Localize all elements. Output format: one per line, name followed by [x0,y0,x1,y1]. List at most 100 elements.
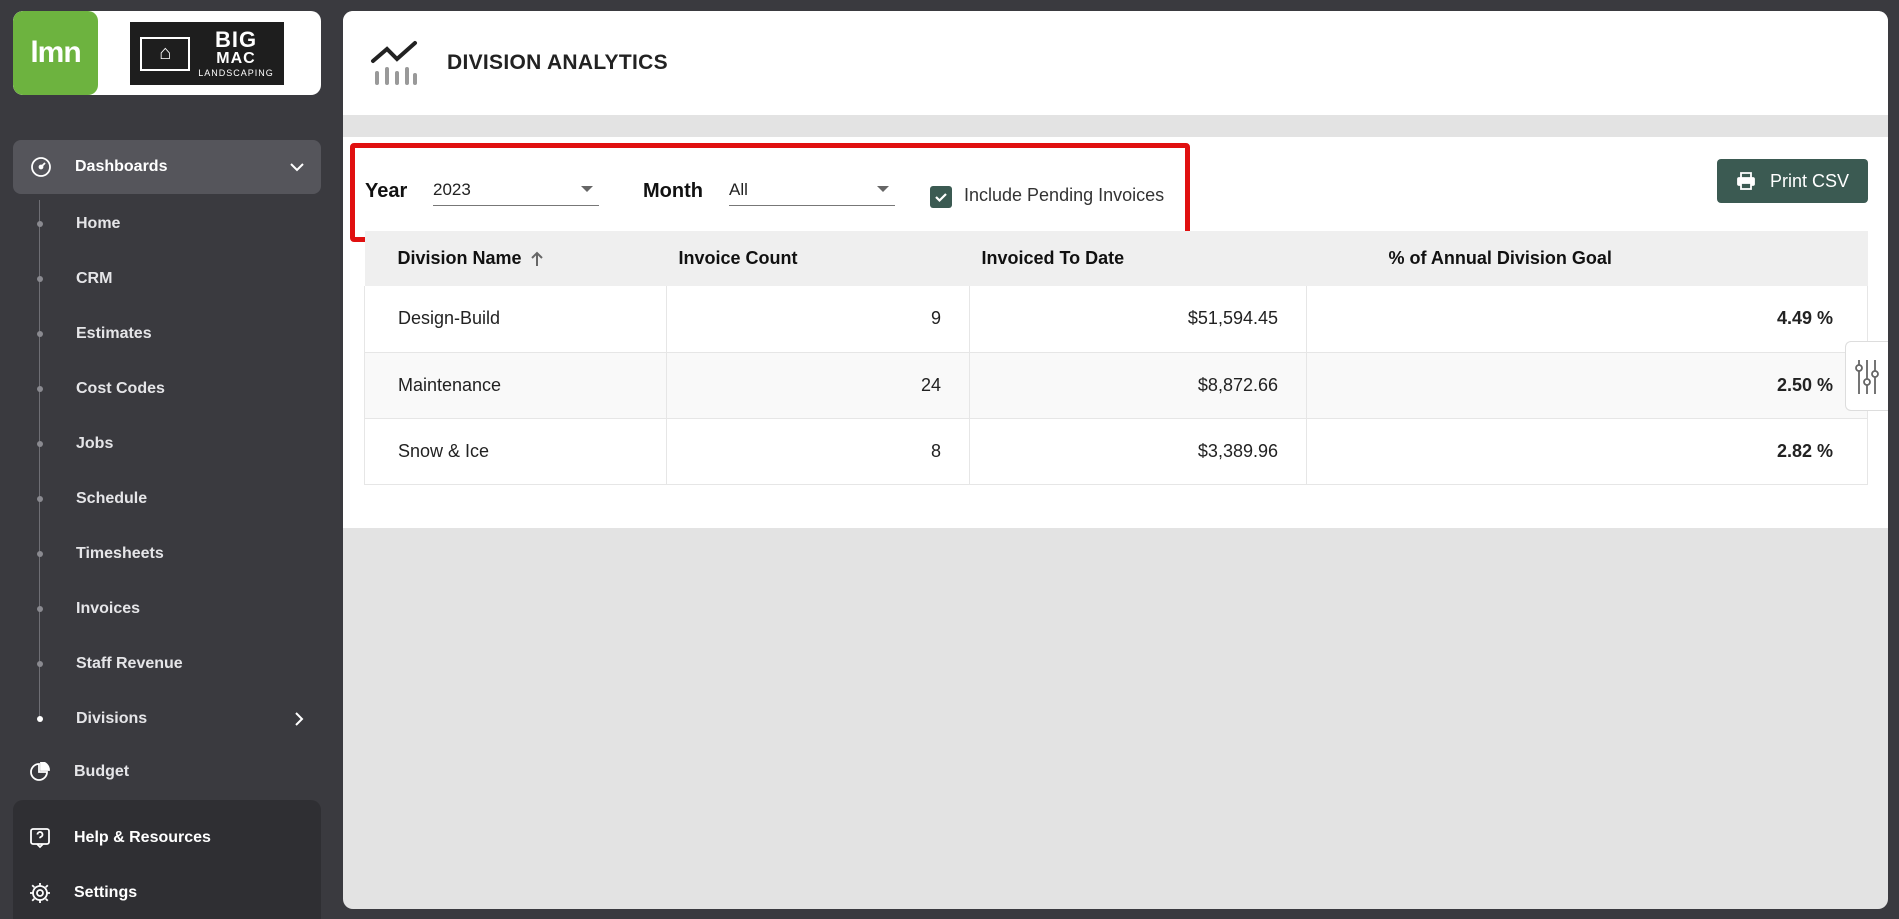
division-table: Division Name Invoice Count Invoiced To … [364,231,1868,485]
column-header-annual-goal-pct[interactable]: % of Annual Division Goal [1307,231,1868,286]
column-header-label: Invoiced To Date [981,248,1125,268]
include-pending-label[interactable]: Include Pending Invoices [964,185,1164,206]
month-value: All [729,180,748,199]
invoice-count-cell: 24 [666,352,970,419]
company-logo-line3: LANDSCAPING [198,68,274,78]
sliders-icon [1855,360,1879,394]
help-resources-label: Help & Resources [74,829,211,846]
nav-dot [37,496,43,502]
main-panel: DIVISION ANALYTICS Year 2023 Month All I… [343,11,1888,909]
sidebar-item-timesheets[interactable]: Timesheets [31,539,321,569]
help-icon [30,828,50,849]
nav-dot-active [37,716,43,722]
invoice-count-cell: 9 [666,286,970,353]
sidebar-item-label: Home [76,215,121,232]
dropdown-caret-icon [581,186,593,192]
column-settings-tab[interactable] [1845,341,1888,411]
nav-dot [37,441,43,447]
sidebar-item-jobs[interactable]: Jobs [31,429,321,459]
division-name-cell: Snow & Ice [364,418,667,485]
column-header-label: Invoice Count [678,248,798,268]
sidebar-item-home[interactable]: Home [31,209,321,239]
annual-goal-pct-cell: 4.49 % [1306,286,1868,353]
sidebar-section-label: Dashboards [75,158,168,175]
column-header-invoiced-to-date[interactable]: Invoiced To Date [970,231,1307,286]
nav-dot [37,276,43,282]
lmn-logo-text: lmn [30,36,81,69]
column-header-label: Division Name [397,248,522,268]
table-row[interactable]: Snow & Ice 8 $3,389.96 2.82 % [364,418,1868,485]
page-title: DIVISION ANALYTICS [447,51,668,74]
sidebar-item-schedule[interactable]: Schedule [31,484,321,514]
sidebar-item-label: Timesheets [76,545,164,562]
nav-dot [37,606,43,612]
annual-goal-pct-cell: 2.82 % [1306,418,1868,485]
sidebar-item-label: CRM [76,270,113,287]
month-label: Month [643,180,703,202]
sidebar-item-budget[interactable]: Budget [28,762,318,782]
sidebar-item-label: Budget [74,763,130,780]
sidebar-item-divisions[interactable]: Divisions [31,704,321,734]
table-row[interactable]: Maintenance 24 $8,872.66 2.50 % [364,352,1868,419]
sidebar-item-label: Schedule [76,490,148,507]
division-name-cell: Design-Build [364,286,667,353]
filters-highlight: Year 2023 Month All Include Pending Invo… [350,143,1190,242]
year-label: Year [365,180,408,202]
sidebar-section-dashboards[interactable]: Dashboards [13,140,321,194]
pie-chart-icon [30,762,50,781]
column-header-invoice-count[interactable]: Invoice Count [667,231,970,286]
sidebar-item-cost-codes[interactable]: Cost Codes [31,374,321,404]
sidebar-item-label: Invoices [76,600,141,617]
nav-dot [37,221,43,227]
column-header-label: % of Annual Division Goal [1388,248,1612,268]
month-select[interactable]: All [729,172,895,206]
analytics-chart-icon [371,41,417,85]
settings-link[interactable]: Settings [13,878,321,908]
year-value: 2023 [433,180,471,199]
include-pending-checkbox[interactable] [930,186,952,208]
print-csv-button[interactable]: Print CSV [1717,159,1868,203]
print-csv-label: Print CSV [1769,170,1850,191]
company-logo-line2: MAC [216,50,256,67]
nav-dot [37,551,43,557]
sidebar-item-label: Cost Codes [76,380,165,397]
lmn-logo[interactable]: lmn [13,11,98,95]
sidebar-item-label: Jobs [76,435,114,452]
nav-dot [37,386,43,392]
sort-ascending-icon[interactable] [530,251,544,267]
company-logo: ⌂ BIG MAC LANDSCAPING [130,22,284,85]
sidebar-bottom-panel: Help & Resources Settings [13,800,321,919]
sidebar-item-label: Estimates [76,325,152,342]
annual-goal-pct-cell: 2.50 % [1306,352,1868,419]
invoiced-to-date-cell: $3,389.96 [969,418,1307,485]
sidebar-item-staff-revenue[interactable]: Staff Revenue [31,649,321,679]
gear-icon [30,883,50,903]
company-logo-mark: ⌂ [140,36,191,71]
invoice-count-cell: 8 [666,418,970,485]
division-name-cell: Maintenance [364,352,667,419]
sidebar-item-invoices[interactable]: Invoices [31,594,321,624]
year-select[interactable]: 2023 [433,172,599,206]
invoiced-to-date-cell: $8,872.66 [969,352,1307,419]
sidebar-item-crm[interactable]: CRM [31,264,321,294]
settings-label: Settings [74,884,138,901]
column-header-division-name[interactable]: Division Name [365,231,667,286]
dropdown-caret-icon [877,186,889,192]
help-resources-link[interactable]: Help & Resources [13,823,321,853]
sidebar-item-label: Divisions [76,710,148,727]
sidebar-item-estimates[interactable]: Estimates [31,319,321,349]
invoiced-to-date-cell: $51,594.45 [969,286,1307,353]
chevron-down-icon[interactable] [287,157,307,177]
nav-dot [37,331,43,337]
chevron-right-icon[interactable] [289,709,309,729]
table-header-row: Division Name Invoice Count Invoiced To … [364,231,1868,286]
gauge-icon [31,157,51,177]
sidebar: lmn ⌂ BIG MAC LANDSCAPING Dashboards Hom… [0,0,338,919]
analytics-content: Year 2023 Month All Include Pending Invo… [343,137,1888,528]
checkmark-icon [935,193,947,203]
printer-icon [1737,172,1755,190]
table-row[interactable]: Design-Build 9 $51,594.45 4.49 % [364,286,1868,353]
page-header: DIVISION ANALYTICS [343,11,1888,115]
sidebar-item-label: Staff Revenue [76,655,183,672]
logo-card: lmn ⌂ BIG MAC LANDSCAPING [13,11,321,95]
